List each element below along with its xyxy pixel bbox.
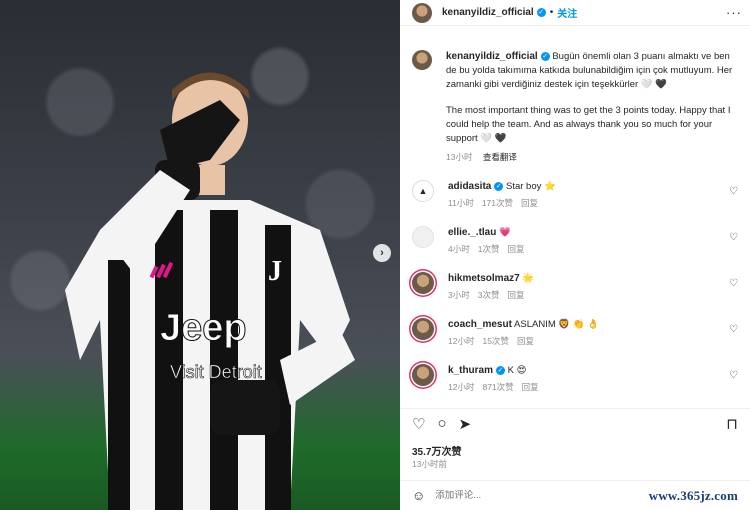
heart-icon[interactable]: ♡ [729, 324, 738, 335]
comment-bar: ☺ www.365jz.com [400, 480, 750, 510]
comment-text: ASLANIM 🦁 👏 👌 [514, 319, 600, 330]
likes-count[interactable]: 35.7万次赞 [412, 443, 461, 458]
list-item: ▲ adidasita ✓ Star boy ⭐ 11小时 171次赞 回复 ♡ [412, 180, 738, 210]
comment-text: 🌟 [522, 273, 535, 284]
emoji-icon[interactable]: ☺ [412, 488, 425, 503]
translate-link[interactable]: 查看翻译 [483, 152, 517, 162]
heart-icon[interactable]: ♡ [729, 278, 738, 289]
post-header: kenanyildiz_official ✓ • 关注 ··· [400, 0, 750, 26]
share-icon[interactable]: ➤ [459, 415, 472, 433]
heart-icon[interactable]: ♡ [412, 415, 425, 433]
caption-text-en: The most important thing was to get the … [446, 105, 731, 144]
separator-dot: • [549, 7, 554, 18]
follow-button[interactable]: 关注 [557, 5, 577, 20]
comment-username[interactable]: hikmetsolmaz7 [448, 273, 520, 284]
comment-username[interactable]: k_thuram [448, 365, 493, 376]
comment-text: K 😍 [507, 365, 527, 376]
caption: kenanyildiz_official ✓ Bugün önemli olan … [412, 26, 738, 164]
avatar[interactable] [412, 2, 432, 23]
comment-icon[interactable]: ○ [437, 415, 446, 432]
list-item: k_thuram ✓ K 😍 12小时 871次赞 回复 ♡ [412, 364, 738, 394]
jersey-subtext: Visit Detroit [170, 362, 262, 382]
comment-username[interactable]: ellie._.tlau [448, 227, 496, 238]
post-panel: kenanyildiz_official ✓ • 关注 ··· kenanyil… [400, 0, 750, 510]
jersey-sponsor: Jeep [160, 307, 247, 349]
comment-time: 12小时 [448, 382, 475, 392]
comment-time: 3小时 [448, 290, 470, 300]
reply-button[interactable]: 回复 [517, 336, 534, 346]
watermark: www.365jz.com [648, 487, 738, 503]
action-bar: ♡ ○ ➤ ⊓ [400, 408, 750, 438]
caption-time: 13小时 [446, 152, 473, 162]
comment-likes[interactable]: 15次赞 [482, 336, 508, 346]
verified-icon: ✓ [540, 51, 550, 61]
bookmark-icon[interactable]: ⊓ [726, 415, 738, 433]
heart-icon[interactable]: ♡ [729, 232, 738, 243]
comment-likes[interactable]: 871次赞 [482, 382, 513, 392]
comment-input[interactable] [435, 490, 586, 501]
list-item: ellie._.tlau 💗 4小时 1次赞 回复 ♡ [412, 226, 738, 256]
verified-icon: ✓ [494, 181, 504, 191]
post-image: Jeep Visit Detroit J › [0, 0, 400, 510]
list-item: hikmetsolmaz7 🌟 3小时 3次赞 回复 ♡ [412, 272, 738, 302]
avatar[interactable]: ▲ [412, 180, 434, 202]
comment-likes[interactable]: 171次赞 [482, 198, 513, 208]
comment-username[interactable]: coach_mesut [448, 319, 512, 330]
avatar[interactable] [412, 364, 434, 386]
avatar[interactable] [412, 226, 434, 248]
avatar[interactable] [412, 318, 434, 340]
header-username[interactable]: kenanyildiz_official [442, 7, 534, 18]
heart-icon[interactable]: ♡ [729, 186, 738, 197]
reply-button[interactable]: 回复 [507, 290, 524, 300]
comment-likes[interactable]: 3次赞 [478, 290, 500, 300]
reply-button[interactable]: 回复 [507, 244, 524, 254]
list-item: coach_mesut ASLANIM 🦁 👏 👌 12小时 15次赞 回复 ♡ [412, 318, 738, 348]
comments-scroll[interactable]: kenanyildiz_official ✓ Bugün önemli olan … [400, 26, 750, 400]
verified-icon: ✓ [536, 8, 546, 17]
comment-time: 12小时 [448, 336, 475, 346]
comment-time: 11小时 [448, 198, 474, 208]
avatar[interactable] [412, 272, 434, 294]
comment-username[interactable]: adidasita [448, 181, 491, 192]
caption-avatar[interactable] [412, 50, 432, 70]
comment-text: 💗 [499, 227, 511, 238]
comment-likes[interactable]: 1次赞 [478, 244, 500, 254]
more-icon[interactable]: ··· [726, 5, 742, 20]
next-image-button[interactable]: › [373, 244, 391, 262]
reply-button[interactable]: 回复 [521, 198, 538, 208]
player-figure: Jeep Visit Detroit J [65, 72, 355, 510]
caption-username[interactable]: kenanyildiz_official [446, 51, 538, 62]
post-time: 13小时前 [412, 459, 447, 469]
heart-icon[interactable]: ♡ [729, 370, 738, 381]
reply-button[interactable]: 回复 [522, 382, 539, 392]
comment-time: 4小时 [448, 244, 470, 254]
comment-text: Star boy ⭐ [506, 181, 556, 192]
club-crest: J [268, 256, 282, 287]
verified-icon: ✓ [496, 365, 506, 375]
